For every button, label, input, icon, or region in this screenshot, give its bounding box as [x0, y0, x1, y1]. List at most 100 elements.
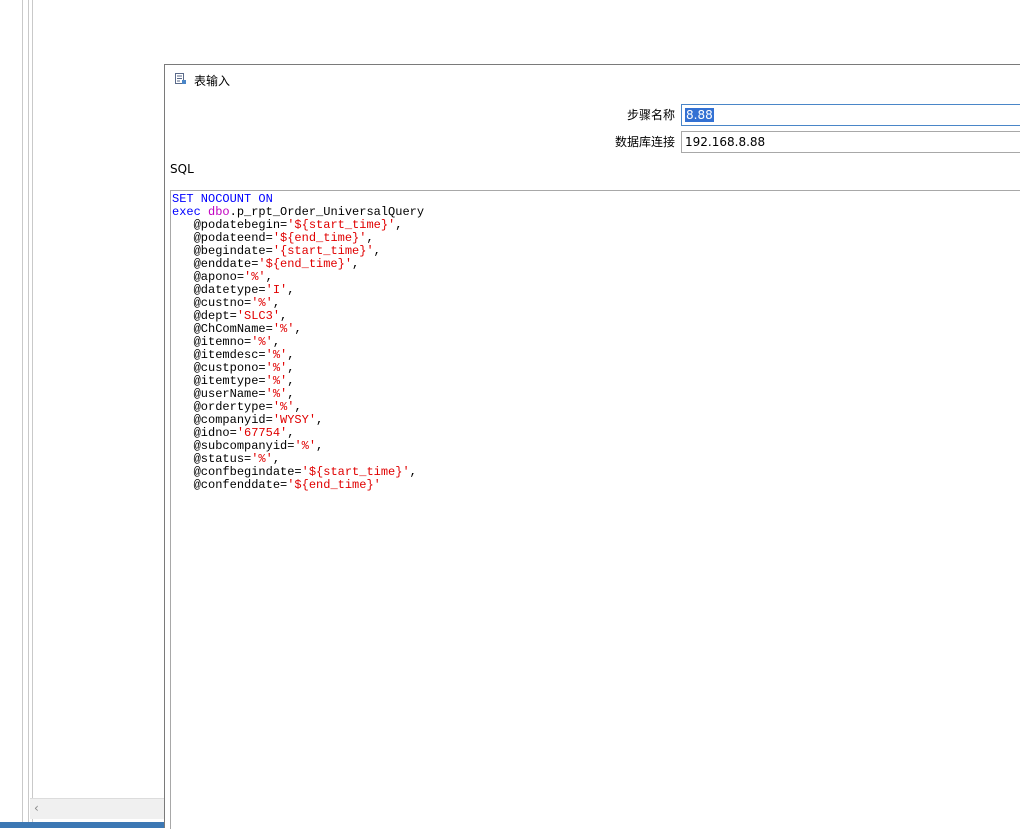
- sql-param-value: '%': [251, 452, 273, 466]
- sql-param-value: '%': [265, 374, 288, 388]
- sql-param-line: @itemtype='%',: [194, 374, 295, 388]
- sql-param-separator: ,: [395, 218, 403, 232]
- sql-code[interactable]: SET NOCOUNT ON exec dbo.p_rpt_Order_Univ…: [171, 191, 1020, 492]
- sql-param-separator: ,: [352, 257, 360, 271]
- sql-param-line: @custno='%',: [194, 296, 280, 310]
- sql-param-value: '{start_time}': [272, 244, 374, 258]
- sql-param-name: @confbegindate=: [193, 465, 302, 479]
- sql-editor[interactable]: SET NOCOUNT ON exec dbo.p_rpt_Order_Univ…: [170, 190, 1020, 829]
- sql-param-value: '%': [265, 387, 288, 401]
- sql-param-separator: ,: [287, 374, 295, 388]
- sql-param-separator: ,: [294, 322, 302, 336]
- sql-param-name: @companyid=: [193, 413, 273, 427]
- sql-param-separator: ,: [272, 452, 281, 466]
- sql-param-name: @dept=: [193, 309, 237, 323]
- sql-param-separator: ,: [287, 387, 295, 401]
- step-name-value: 8.88: [685, 108, 714, 122]
- sql-param-separator: ,: [265, 270, 273, 284]
- sql-param-name: @userName=: [193, 387, 266, 401]
- sql-param-line: @userName='%',: [194, 387, 295, 401]
- sql-param-line: @ChComName='%',: [194, 322, 302, 336]
- sql-exec-keyword: exec: [172, 205, 201, 219]
- step-name-input[interactable]: 8.88: [681, 104, 1020, 126]
- sql-param-line: @companyid='WYSY',: [194, 413, 324, 427]
- sql-param-separator: ,: [272, 335, 281, 349]
- sql-param-line: @confenddate='${end_time}': [194, 478, 381, 492]
- sql-param-name: @custno=: [193, 296, 252, 310]
- table-input-dialog: 表输入 步骤名称 8.88 数据库连接 192.168.8.88 SQL SET…: [164, 64, 1020, 829]
- sql-param-name: @enddate=: [193, 257, 259, 271]
- sql-param-separator: ,: [280, 309, 288, 323]
- sql-param-name: @podateend=: [193, 231, 273, 245]
- sql-param-line: @itemno='%',: [194, 335, 280, 349]
- sql-param-line: @subcompanyid='%',: [194, 439, 324, 453]
- sql-param-value: '${start_time}': [301, 465, 410, 479]
- sql-exec-schema: dbo: [208, 205, 230, 219]
- sql-param-line: @ordertype='%',: [194, 400, 302, 414]
- sql-param-separator: ,: [287, 426, 295, 440]
- sql-param-name: @confenddate=: [193, 478, 288, 492]
- sql-param-separator: ,: [366, 231, 374, 245]
- sql-param-name: @itemtype=: [193, 374, 266, 388]
- sql-param-separator: ,: [287, 283, 295, 297]
- dialog-title: 表输入: [194, 74, 231, 88]
- sql-param-value: '%': [251, 335, 273, 349]
- sql-param-line: @idno='67754',: [194, 426, 295, 440]
- sql-param-name: @itemno=: [193, 335, 252, 349]
- sql-param-value: '${end_time}': [287, 478, 381, 492]
- db-connection-select[interactable]: 192.168.8.88: [681, 131, 1020, 153]
- sql-param-name: @apono=: [193, 270, 245, 284]
- sql-param-line: @podateend='${end_time}',: [194, 231, 374, 245]
- sql-param-name: @itemdesc=: [193, 348, 266, 362]
- sql-param-value: '%': [272, 400, 295, 414]
- sql-param-value: '%': [244, 270, 266, 284]
- sql-param-line: @status='%',: [194, 452, 280, 466]
- sql-param-separator: ,: [272, 296, 281, 310]
- sql-param-separator: ,: [287, 361, 295, 375]
- chevron-left-icon[interactable]: ‹: [34, 801, 39, 815]
- sql-param-name: @custpono=: [193, 361, 266, 375]
- panel-divider: [28, 0, 29, 828]
- sql-param-line: @enddate='${end_time}',: [194, 257, 360, 271]
- sql-param-value: 'SLC3': [236, 309, 281, 323]
- sql-exec-proc: .p_rpt_Order_UniversalQuery: [229, 205, 425, 219]
- sql-param-separator: ,: [409, 465, 417, 479]
- sql-param-line: @dept='SLC3',: [194, 309, 288, 323]
- panel-divider: [22, 0, 23, 828]
- sql-param-line: @begindate='{start_time}',: [194, 244, 381, 258]
- sql-param-value: '%': [294, 439, 317, 453]
- sql-param-name: @begindate=: [193, 244, 273, 258]
- sql-param-name: @ChComName=: [193, 322, 273, 336]
- sql-param-value: '%': [272, 322, 295, 336]
- sql-param-value: '%': [265, 348, 288, 362]
- sql-param-line: @podatebegin='${start_time}',: [194, 218, 403, 232]
- taskbar-strip: [0, 822, 164, 828]
- sql-label: SQL: [170, 162, 194, 176]
- sql-param-name: @datetype=: [193, 283, 266, 297]
- sql-param-name: @subcompanyid=: [193, 439, 295, 453]
- dialog-titlebar: 表输入: [165, 65, 1020, 95]
- sql-param-separator: ,: [373, 244, 381, 258]
- sql-param-value: '67754': [236, 426, 288, 440]
- sql-param-name: @podatebegin=: [193, 218, 288, 232]
- sql-param-line: @custpono='%',: [194, 361, 295, 375]
- sql-param-value: '${start_time}': [287, 218, 396, 232]
- sql-param-line: @itemdesc='%',: [194, 348, 295, 362]
- db-connection-label: 数据库连接: [614, 135, 675, 149]
- sql-param-separator: ,: [316, 413, 324, 427]
- sql-param-name: @idno=: [193, 426, 237, 440]
- horizontal-scrollbar[interactable]: ‹: [30, 798, 164, 819]
- sql-param-line: @datetype='I',: [194, 283, 295, 297]
- sql-param-value: 'I': [265, 283, 288, 297]
- sql-param-name: @ordertype=: [193, 400, 273, 414]
- sql-param-value: '%': [265, 361, 288, 375]
- table-input-icon: [175, 73, 186, 84]
- sql-param-value: '${end_time}': [258, 257, 353, 271]
- sql-param-value: 'WYSY': [272, 413, 317, 427]
- sql-param-separator: ,: [287, 348, 295, 362]
- sql-line-set: SET NOCOUNT ON: [172, 192, 273, 206]
- sql-param-line: @apono='%',: [194, 270, 273, 284]
- sql-param-line: @confbegindate='${start_time}',: [194, 465, 417, 479]
- sql-param-value: '${end_time}': [272, 231, 367, 245]
- sql-param-value: '%': [251, 296, 273, 310]
